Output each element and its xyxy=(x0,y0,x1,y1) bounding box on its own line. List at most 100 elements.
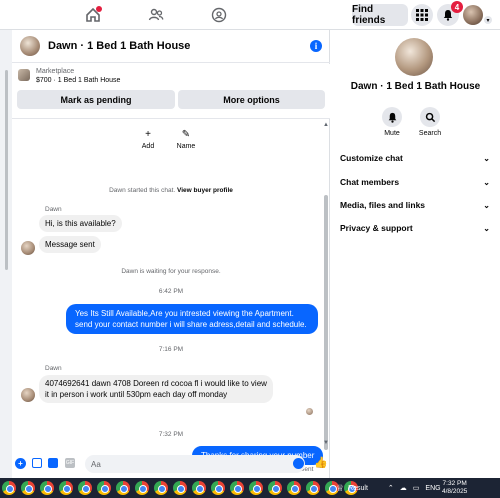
message-composer: + GIF Aa 👍 xyxy=(12,450,330,478)
chat-scrollbar-thumb[interactable] xyxy=(324,195,328,450)
result-icon[interactable]: ♕ xyxy=(336,483,344,494)
result-label[interactable]: Result xyxy=(348,485,368,492)
sidebar-chat-name: Dawn · 1 Bed 1 Bath House xyxy=(350,81,481,92)
clock-date: 4/8/2025 xyxy=(442,488,468,495)
page-scrollbar-thumb[interactable] xyxy=(5,70,8,270)
incoming-message[interactable]: Message sent xyxy=(39,236,101,253)
listing-title[interactable]: $700 · 1 Bed 1 Bath House xyxy=(36,77,120,84)
emoji-icon[interactable] xyxy=(293,458,304,469)
taskbar-chrome-icon[interactable] xyxy=(59,481,73,495)
battery-icon[interactable]: ▭ xyxy=(413,484,420,492)
home-notification-dot xyxy=(96,6,102,12)
chat-scrollbar[interactable] xyxy=(322,120,330,450)
add-icon: + xyxy=(145,128,151,140)
taskbar: ♕ Result ⌃ ☁ ▭ ENG 7:32 PM 4/8/2025 xyxy=(0,478,500,498)
taskbar-chrome-icon[interactable] xyxy=(287,481,301,495)
timestamp: 6:42 PM xyxy=(158,288,184,295)
sender-avatar[interactable] xyxy=(21,241,35,255)
taskbar-chrome-icon[interactable] xyxy=(2,481,16,495)
message-input[interactable]: Aa xyxy=(85,455,305,473)
sidebar-avatar[interactable] xyxy=(395,38,433,76)
mute-action[interactable]: Mute xyxy=(372,107,412,137)
section-label: Privacy & support xyxy=(340,223,413,233)
tray-chevron-up-icon[interactable]: ⌃ xyxy=(388,484,394,492)
section-chat-members[interactable]: Chat members ⌄ xyxy=(340,173,490,191)
chevron-down-icon: ⌄ xyxy=(483,177,490,187)
sticker-icon[interactable] xyxy=(48,458,58,468)
listing-thumbnail[interactable] xyxy=(18,69,30,81)
taskbar-clock[interactable]: 7:32 PM 4/8/2025 xyxy=(442,480,467,496)
home-icon[interactable] xyxy=(82,5,104,25)
groups-icon[interactable] xyxy=(208,5,230,25)
profile-avatar[interactable] xyxy=(463,5,483,25)
taskbar-chrome-icon[interactable] xyxy=(97,481,111,495)
sender-name: Dawn xyxy=(45,365,62,372)
name-action[interactable]: ✎ Name xyxy=(166,126,206,151)
menu-grid-icon[interactable] xyxy=(411,4,433,26)
find-friends-button[interactable]: Find friends xyxy=(352,4,408,26)
taskbar-chrome-icon[interactable] xyxy=(154,481,168,495)
info-icon[interactable]: i xyxy=(310,40,322,52)
chat-header: Dawn · 1 Bed 1 Bath House i xyxy=(12,30,330,63)
add-action[interactable]: + Add xyxy=(128,126,168,151)
sender-avatar[interactable] xyxy=(21,388,35,402)
chevron-down-icon: ⌄ xyxy=(483,200,490,210)
taskbar-chrome-icon[interactable] xyxy=(116,481,130,495)
taskbar-chrome-icon[interactable] xyxy=(249,481,263,495)
waiting-notice: Dawn is waiting for your response. xyxy=(121,268,221,275)
chat-title[interactable]: Dawn · 1 Bed 1 Bath House xyxy=(48,40,190,52)
view-buyer-profile-link[interactable]: View buyer profile xyxy=(177,187,233,194)
add-label: Add xyxy=(141,143,155,150)
gif-icon[interactable]: GIF xyxy=(65,458,75,468)
chat-started-notice: Dawn started this chat. View buyer profi… xyxy=(12,187,330,194)
section-label: Customize chat xyxy=(340,153,403,163)
attach-media-icon[interactable] xyxy=(32,458,42,468)
taskbar-chrome-icon[interactable] xyxy=(78,481,92,495)
taskbar-chrome-icon[interactable] xyxy=(135,481,149,495)
scroll-up-arrow-icon[interactable]: ▲ xyxy=(323,122,329,128)
taskbar-chrome-icon[interactable] xyxy=(40,481,54,495)
language-label[interactable]: ENG xyxy=(425,485,440,492)
section-media-files-links[interactable]: Media, files and links ⌄ xyxy=(340,196,490,214)
section-label: Media, files and links xyxy=(340,200,426,210)
timestamp: 7:32 PM xyxy=(158,431,184,438)
top-nav-bar: Find friends 4 ▾ xyxy=(0,0,500,30)
chat-avatar[interactable] xyxy=(20,36,40,56)
search-action[interactable]: Search xyxy=(410,107,450,137)
account-chevron-icon[interactable]: ▾ xyxy=(484,16,492,24)
more-options-button[interactable]: More options xyxy=(178,90,325,109)
search-label: Search xyxy=(418,130,442,137)
taskbar-chrome-icon[interactable] xyxy=(211,481,225,495)
section-label: Chat members xyxy=(340,177,400,187)
taskbar-chrome-icon[interactable] xyxy=(192,481,206,495)
taskbar-chrome-icon[interactable] xyxy=(268,481,282,495)
onedrive-cloud-icon[interactable]: ☁ xyxy=(400,484,407,492)
scroll-down-arrow-icon[interactable]: ▼ xyxy=(323,440,329,446)
notifications-badge: 4 xyxy=(451,1,463,13)
clock-time: 7:32 PM xyxy=(442,480,467,487)
chat-started-text: Dawn started this chat. xyxy=(109,187,176,194)
taskbar-chrome-icon[interactable] xyxy=(21,481,35,495)
section-customize-chat[interactable]: Customize chat ⌄ xyxy=(340,149,490,167)
taskbar-chrome-icon[interactable] xyxy=(306,481,320,495)
section-privacy-support[interactable]: Privacy & support ⌄ xyxy=(340,219,490,237)
taskbar-chrome-icon[interactable] xyxy=(173,481,187,495)
incoming-message[interactable]: 4074692641 dawn 4708 Doreen rd cocoa fl … xyxy=(39,375,273,403)
message-list: + Add ✎ Name Dawn started this chat. Vie… xyxy=(12,120,330,450)
page-scrollbar[interactable] xyxy=(0,30,12,478)
taskbar-apps xyxy=(0,481,361,495)
conversation-details-sidebar: Dawn · 1 Bed 1 Bath House Mute Search Cu… xyxy=(331,30,500,478)
outgoing-message[interactable]: Yes Its Still Available,Are you intreste… xyxy=(66,304,318,334)
incoming-message[interactable]: Hi, is this available? xyxy=(39,215,122,232)
more-actions-plus-icon[interactable]: + xyxy=(15,458,26,469)
chat-panel: Dawn · 1 Bed 1 Bath House i Marketplace … xyxy=(12,30,330,478)
mark-as-pending-button[interactable]: Mark as pending xyxy=(17,90,175,109)
thumbs-up-icon[interactable]: 👍 xyxy=(314,456,328,469)
friends-icon[interactable] xyxy=(145,5,167,25)
timestamp: 7:16 PM xyxy=(158,346,184,353)
edit-name-icon: ✎ xyxy=(181,128,191,140)
taskbar-chrome-icon[interactable] xyxy=(230,481,244,495)
mute-label: Mute xyxy=(384,130,400,137)
search-icon xyxy=(420,107,440,127)
seen-indicator-avatar xyxy=(306,408,313,415)
